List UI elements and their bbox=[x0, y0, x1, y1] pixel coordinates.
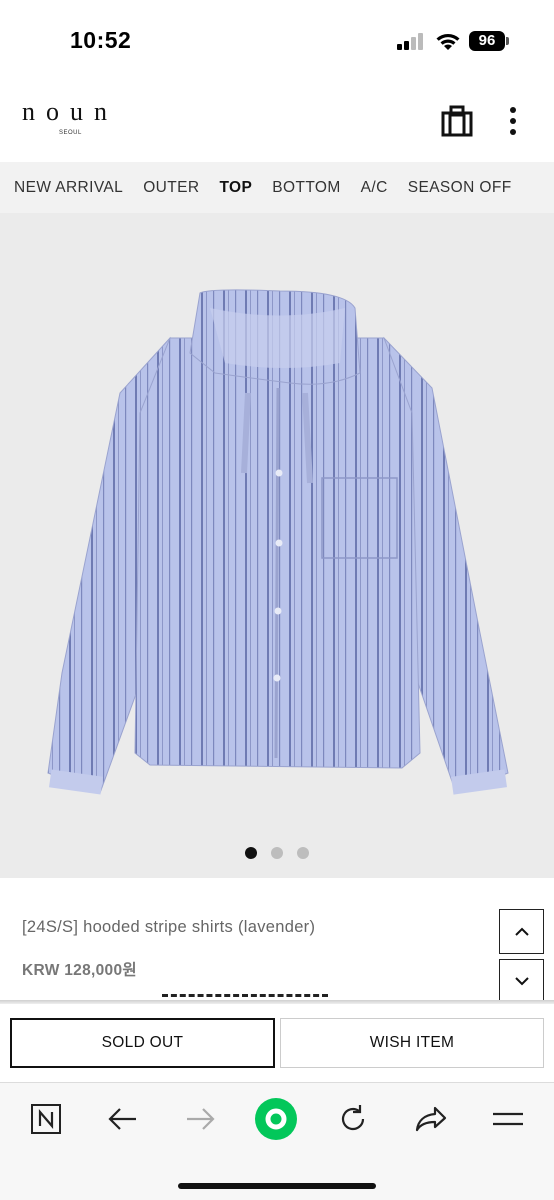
naver-home-button[interactable] bbox=[24, 1097, 68, 1141]
slide-dot-3[interactable] bbox=[297, 847, 310, 859]
battery-tip bbox=[506, 37, 509, 45]
product-info: [24S/S] hooded stripe shirts (lavender) … bbox=[0, 878, 554, 1004]
home-indicator bbox=[178, 1183, 376, 1189]
sold-out-button[interactable]: SOLD OUT bbox=[10, 1018, 275, 1068]
slide-dot-2[interactable] bbox=[271, 847, 283, 859]
chevron-down-icon bbox=[514, 977, 529, 986]
back-arrow-icon bbox=[108, 1108, 136, 1130]
category-outer[interactable]: OUTER bbox=[143, 179, 199, 197]
browser-toolbar bbox=[0, 1082, 554, 1200]
more-vertical-icon[interactable] bbox=[505, 106, 521, 136]
refresh-button[interactable] bbox=[331, 1097, 375, 1141]
product-image[interactable] bbox=[0, 213, 554, 833]
back-button[interactable] bbox=[101, 1097, 145, 1141]
category-nav: NEW ARRIVAL OUTER TOP BOTTOM A/C SEASON … bbox=[0, 162, 554, 213]
forward-arrow-icon bbox=[187, 1108, 215, 1130]
forward-button[interactable] bbox=[178, 1097, 222, 1141]
action-bar: SOLD OUT WISH ITEM bbox=[0, 1004, 554, 1082]
menu-icon bbox=[493, 1112, 523, 1126]
scroll-down-button[interactable] bbox=[499, 959, 544, 1004]
naver-green-button[interactable] bbox=[254, 1097, 298, 1141]
green-dot-icon bbox=[255, 1098, 297, 1140]
category-ac[interactable]: A/C bbox=[361, 179, 388, 197]
category-new-arrival[interactable]: NEW ARRIVAL bbox=[14, 179, 123, 197]
brand-logo[interactable]: noun bbox=[22, 97, 118, 127]
signal-icon bbox=[397, 33, 425, 50]
share-icon bbox=[415, 1106, 447, 1132]
category-bottom[interactable]: BOTTOM bbox=[272, 179, 340, 197]
product-price: KRW 128,000원 bbox=[22, 962, 137, 979]
slide-indicator bbox=[0, 846, 554, 864]
battery-icon: 96 bbox=[469, 31, 505, 51]
product-name: [24S/S] hooded stripe shirts (lavender) bbox=[22, 918, 316, 936]
wish-item-button[interactable]: WISH ITEM bbox=[280, 1018, 544, 1068]
site-header: noun SEOUL bbox=[0, 80, 554, 162]
status-time: 10:52 bbox=[70, 27, 132, 53]
category-top[interactable]: TOP bbox=[219, 179, 252, 197]
slide-dot-1[interactable] bbox=[244, 847, 257, 859]
status-bar: 10:52 96 bbox=[0, 0, 554, 80]
share-button[interactable] bbox=[409, 1097, 453, 1141]
shopping-bag-icon[interactable] bbox=[441, 105, 473, 137]
refresh-icon bbox=[341, 1105, 365, 1131]
wifi-icon bbox=[436, 34, 460, 50]
scroll-up-button[interactable] bbox=[499, 909, 544, 954]
product-gallery[interactable] bbox=[0, 213, 554, 878]
naver-n-icon bbox=[31, 1104, 61, 1134]
chevron-up-icon bbox=[514, 927, 529, 936]
menu-button[interactable] bbox=[486, 1097, 530, 1141]
brand-logo-sub: SEOUL bbox=[59, 130, 82, 136]
category-season-off[interactable]: SEASON OFF bbox=[408, 179, 512, 197]
